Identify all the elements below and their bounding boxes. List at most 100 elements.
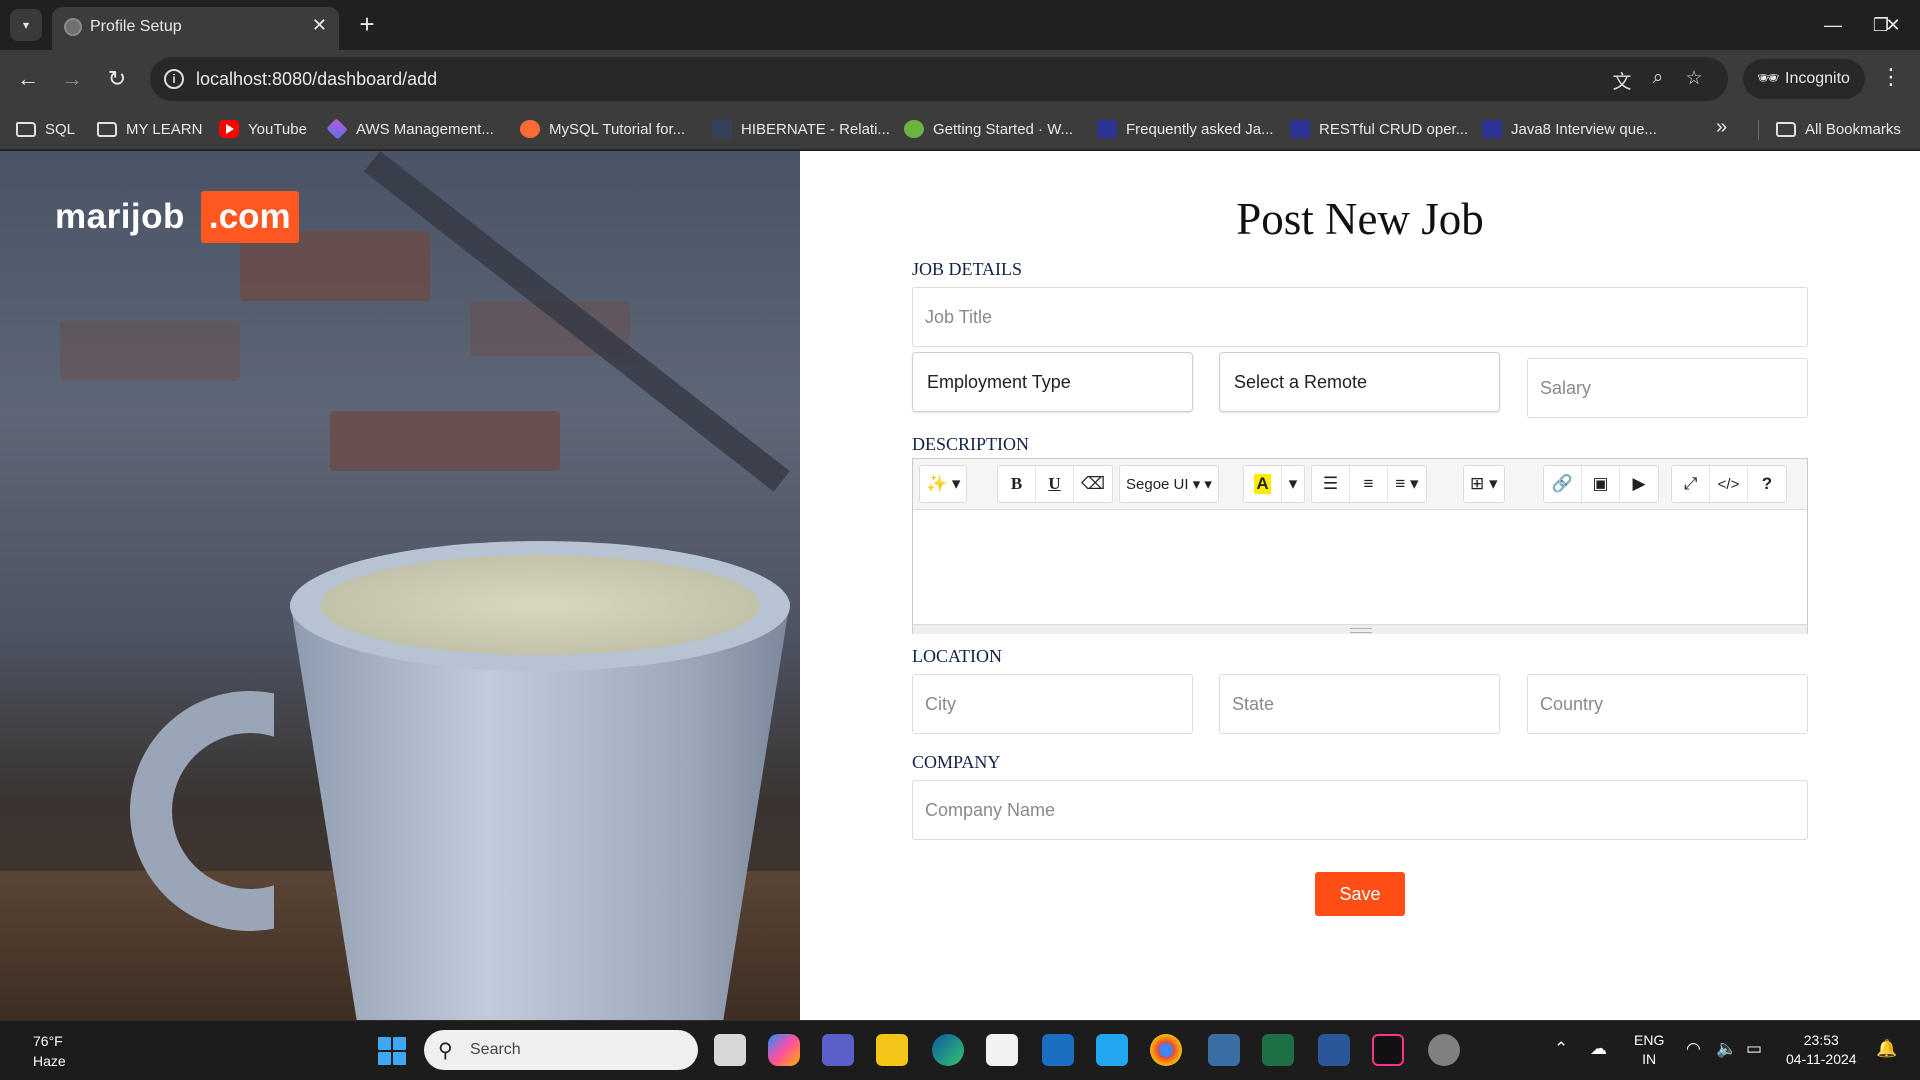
browser-toolbar: ← → ↻ i localhost:8080/dashboard/add 文 ⌕… bbox=[0, 50, 1920, 108]
teams-icon[interactable] bbox=[822, 1034, 854, 1066]
task-view-icon[interactable] bbox=[714, 1034, 746, 1066]
style-group: ✨ ▾ bbox=[919, 465, 968, 503]
onedrive-icon[interactable]: ☁ bbox=[1590, 1039, 1607, 1059]
vscode-icon[interactable] bbox=[1096, 1034, 1128, 1066]
blog-icon bbox=[1290, 120, 1310, 138]
taskbar-search[interactable]: ⚲ Search bbox=[424, 1030, 698, 1070]
reload-button[interactable]: ↻ bbox=[101, 63, 133, 95]
bookmark-label: Getting Started · W... bbox=[933, 120, 1074, 138]
active-tab[interactable]: Profile Setup ✕ bbox=[52, 7, 339, 50]
close-tab-icon[interactable]: ✕ bbox=[312, 15, 327, 36]
word-icon[interactable] bbox=[1318, 1034, 1350, 1066]
editor-text-area[interactable] bbox=[913, 510, 1807, 624]
folder-icon bbox=[1776, 121, 1796, 137]
bookmark-sql[interactable]: SQL bbox=[16, 116, 75, 142]
image-icon[interactable]: ▣ bbox=[1582, 466, 1620, 502]
url-text[interactable]: localhost:8080/dashboard/add bbox=[196, 69, 437, 90]
align-icon[interactable]: ≡ ▾ bbox=[1388, 466, 1426, 502]
editor-resize-handle[interactable] bbox=[913, 624, 1807, 634]
edge-icon[interactable] bbox=[932, 1034, 964, 1066]
fullscreen-icon[interactable]: ⤢ bbox=[1672, 466, 1710, 502]
color-dropdown-icon[interactable]: ▾ bbox=[1282, 466, 1304, 502]
wifi-icon[interactable]: ◠ bbox=[1686, 1039, 1701, 1059]
job-title-input[interactable] bbox=[912, 287, 1808, 347]
state-input[interactable] bbox=[1219, 674, 1500, 734]
all-bookmarks[interactable]: All Bookmarks bbox=[1776, 116, 1901, 142]
tab-strip: ▾ Profile Setup ✕ + — ❐ ✕ bbox=[0, 0, 1920, 50]
brick bbox=[330, 411, 560, 471]
more-bookmarks-icon[interactable]: » bbox=[1716, 116, 1727, 139]
bookmark-label: HIBERNATE - Relati... bbox=[741, 120, 890, 138]
remote-desktop-icon[interactable] bbox=[1208, 1034, 1240, 1066]
text-color-icon[interactable]: A bbox=[1244, 466, 1282, 502]
clock[interactable]: 23:53 04-11-2024 bbox=[1786, 1031, 1857, 1069]
bookmark-hibernate[interactable]: HIBERNATE - Relati... bbox=[712, 116, 890, 142]
bookmark-aws[interactable]: AWS Management... bbox=[326, 116, 494, 142]
site-info-icon[interactable]: i bbox=[164, 69, 184, 89]
temperature: 76°F bbox=[33, 1033, 63, 1049]
start-button[interactable] bbox=[378, 1037, 406, 1065]
bookmark-label: All Bookmarks bbox=[1805, 120, 1901, 138]
link-icon[interactable]: 🔗 bbox=[1544, 466, 1582, 502]
bookmark-java8[interactable]: Java8 Interview que... bbox=[1482, 116, 1657, 142]
table-icon[interactable]: ⊞ ▾ bbox=[1464, 466, 1504, 502]
help-icon[interactable]: ? bbox=[1748, 466, 1786, 502]
store-icon[interactable] bbox=[986, 1034, 1018, 1066]
myhp-icon[interactable] bbox=[1042, 1034, 1074, 1066]
blog-icon bbox=[1482, 120, 1502, 138]
font-family-select[interactable]: Segoe UI ▾ ▾ bbox=[1120, 466, 1218, 502]
bold-icon[interactable]: B bbox=[998, 466, 1036, 502]
save-button[interactable]: Save bbox=[1315, 872, 1405, 916]
chrome-icon[interactable] bbox=[1150, 1034, 1182, 1066]
tab-search-button[interactable]: ▾ bbox=[10, 9, 42, 41]
bookmark-spring[interactable]: Getting Started · W... bbox=[904, 116, 1073, 142]
bookmark-mysql[interactable]: MySQL Tutorial for... bbox=[520, 116, 685, 142]
incognito-badge[interactable]: 🕶 Incognito bbox=[1743, 59, 1865, 99]
numbered-list-icon[interactable]: ≡ bbox=[1350, 466, 1388, 502]
country-input[interactable] bbox=[1527, 674, 1808, 734]
code-view-icon[interactable]: </> bbox=[1710, 466, 1748, 502]
battery-icon[interactable]: ▭ bbox=[1746, 1039, 1762, 1059]
minimize-button[interactable]: — bbox=[1810, 10, 1856, 40]
bookmark-star-icon[interactable]: ☆ bbox=[1680, 67, 1708, 91]
mysql-icon bbox=[520, 120, 540, 138]
copilot-icon[interactable] bbox=[768, 1034, 800, 1066]
section-location: LOCATION bbox=[912, 646, 1002, 666]
remote-select[interactable]: Select a Remote bbox=[1219, 352, 1500, 412]
company-name-input[interactable] bbox=[912, 780, 1808, 840]
video-icon[interactable]: ▶ bbox=[1620, 466, 1658, 502]
bookmarks-bar: SQL MY LEARN YouTube AWS Management... M… bbox=[0, 108, 1920, 150]
new-tab-button[interactable]: + bbox=[352, 9, 382, 39]
notification-bell-icon[interactable]: 🔔 bbox=[1876, 1039, 1897, 1059]
chevron-up-icon[interactable]: ⌃ bbox=[1554, 1039, 1568, 1059]
magic-wand-icon[interactable]: ✨ ▾ bbox=[920, 466, 966, 502]
volume-icon[interactable]: 🔈 bbox=[1716, 1039, 1737, 1059]
intellij-icon[interactable] bbox=[1372, 1034, 1404, 1066]
menu-kebab-icon[interactable]: ⋮ bbox=[1880, 64, 1902, 90]
bullet-list-icon[interactable]: ☰ bbox=[1312, 466, 1350, 502]
weather-widget[interactable]: 76°F Haze bbox=[33, 1031, 66, 1071]
translate-icon[interactable]: 文 bbox=[1608, 67, 1636, 93]
city-input[interactable] bbox=[912, 674, 1193, 734]
brick bbox=[60, 321, 240, 381]
bookmark-java-faq[interactable]: Frequently asked Ja... bbox=[1097, 116, 1274, 142]
back-button[interactable]: ← bbox=[12, 63, 44, 95]
eraser-icon[interactable]: ⌫ bbox=[1074, 466, 1112, 502]
incognito-label: Incognito bbox=[1785, 70, 1850, 87]
language-indicator[interactable]: ENG IN bbox=[1634, 1031, 1664, 1069]
zoom-icon[interactable]: ⌕ bbox=[1644, 67, 1672, 91]
employment-type-select[interactable]: Employment Type bbox=[912, 352, 1193, 412]
address-bar[interactable]: i localhost:8080/dashboard/add 文 ⌕ ☆ bbox=[150, 57, 1728, 101]
date: 04-11-2024 bbox=[1786, 1051, 1857, 1067]
bookmark-my-learn[interactable]: MY LEARN bbox=[97, 116, 202, 142]
close-window-button[interactable]: ✕ bbox=[1870, 10, 1916, 40]
forward-button[interactable]: → bbox=[56, 63, 88, 95]
underline-icon[interactable]: U bbox=[1036, 466, 1074, 502]
brand-logo[interactable]: marijob .com bbox=[55, 187, 299, 247]
bookmark-restful[interactable]: RESTful CRUD oper... bbox=[1290, 116, 1468, 142]
salary-input[interactable] bbox=[1527, 358, 1808, 418]
excel-icon[interactable] bbox=[1262, 1034, 1294, 1066]
bookmark-youtube[interactable]: YouTube bbox=[219, 116, 307, 142]
file-explorer-icon[interactable] bbox=[876, 1034, 908, 1066]
settings-icon[interactable] bbox=[1428, 1034, 1460, 1066]
